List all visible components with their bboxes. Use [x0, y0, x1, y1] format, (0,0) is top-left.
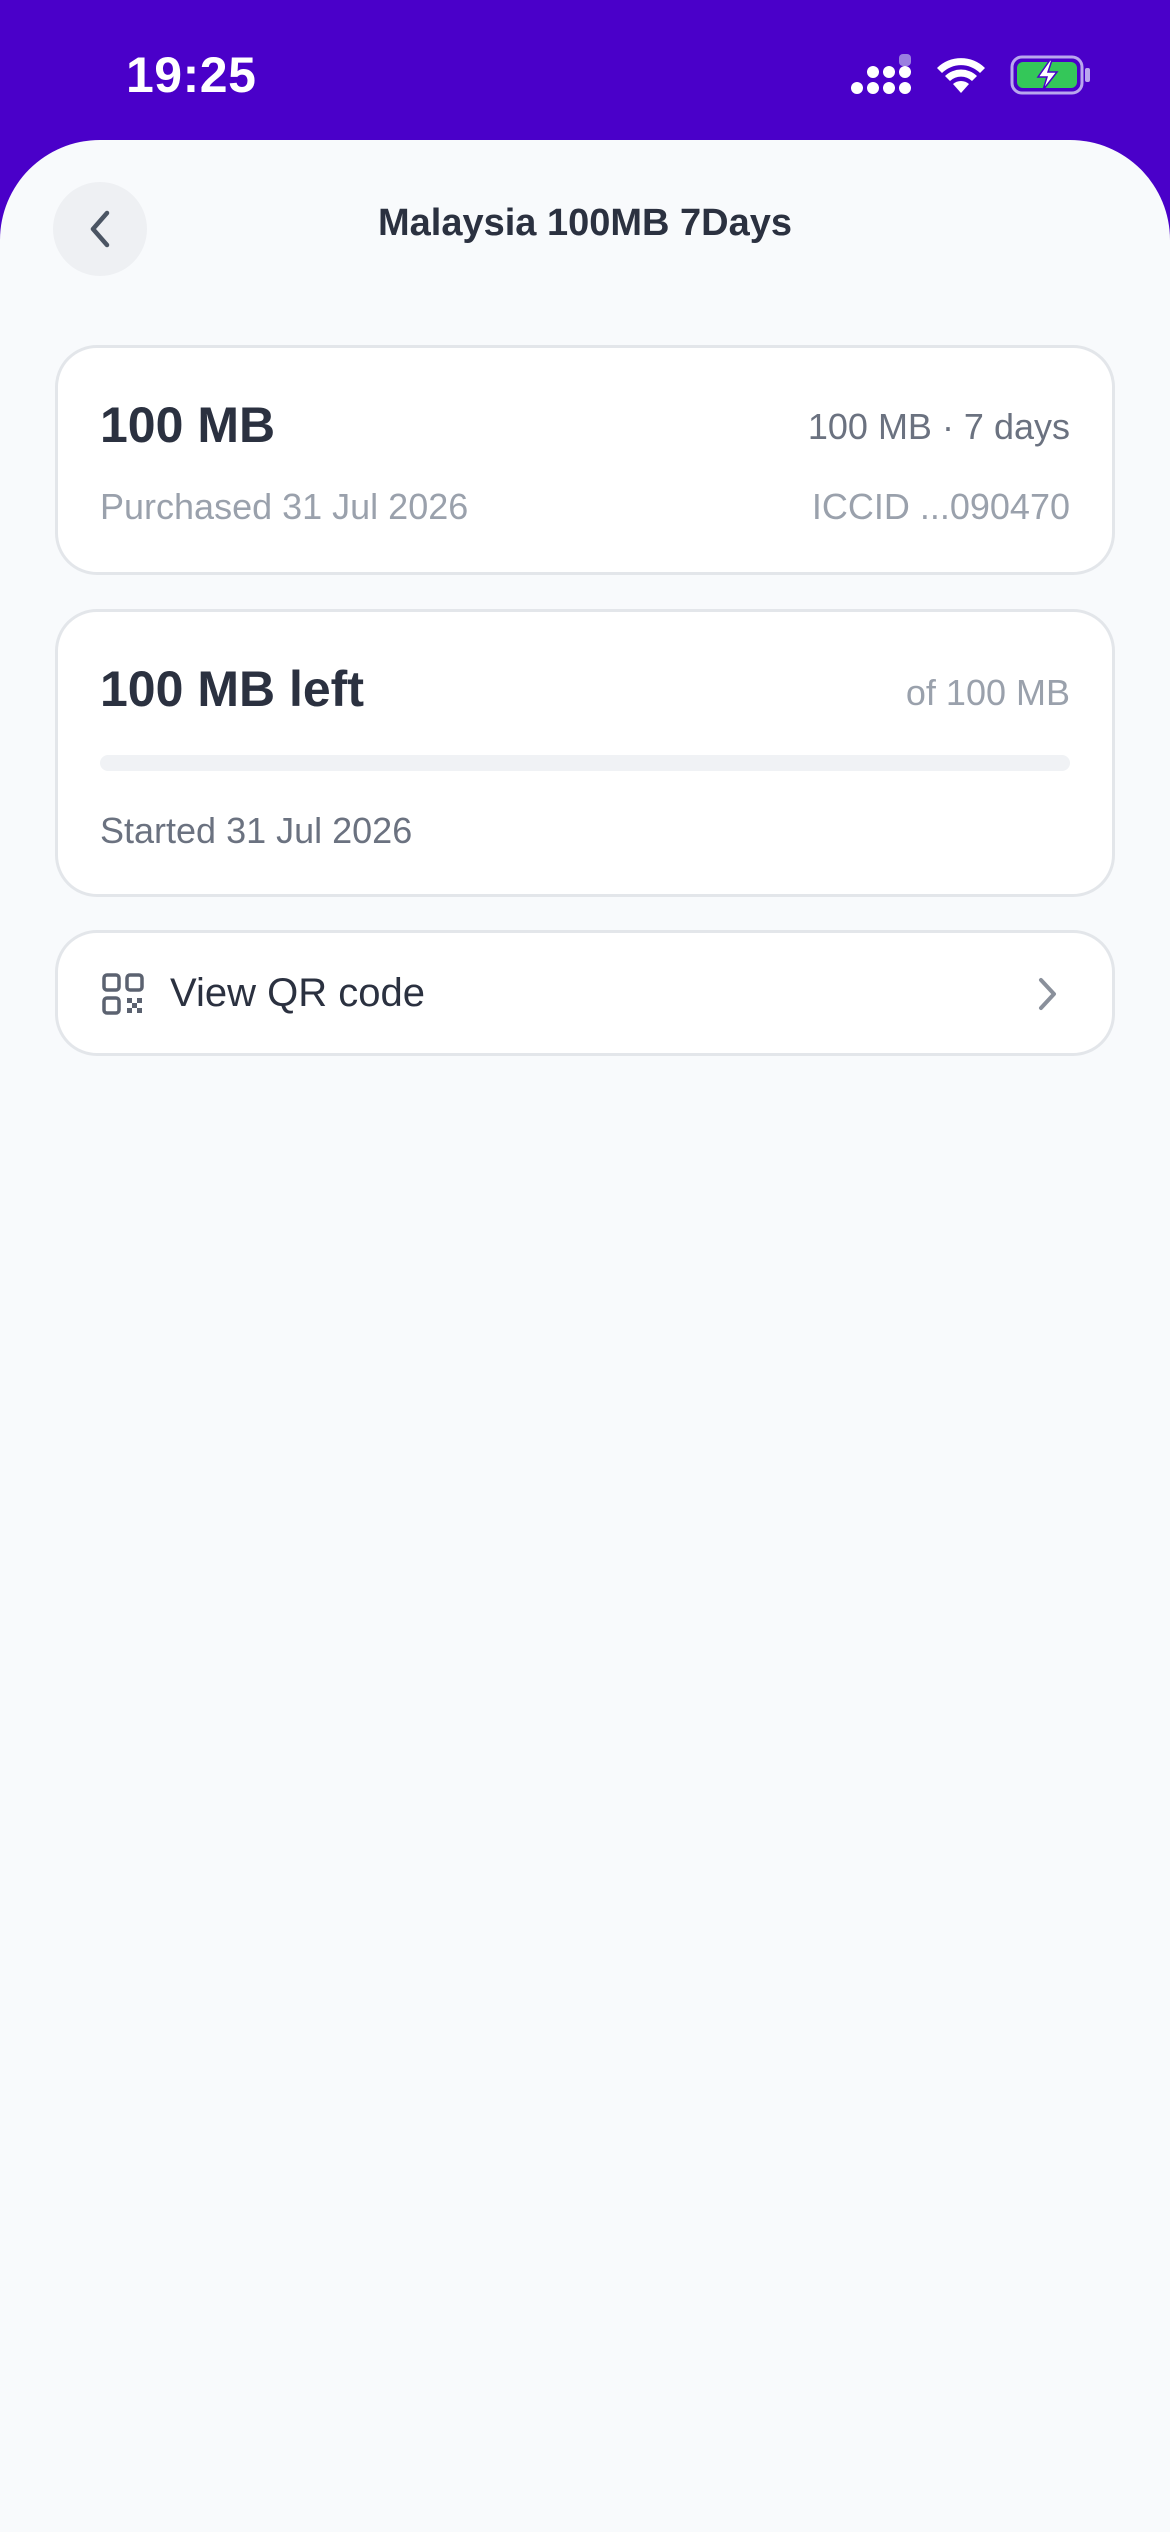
- plan-meta: 100 MB · 7 days: [807, 406, 1070, 447]
- iccid-value: ICCID ...090470: [811, 486, 1070, 527]
- data-total: of 100 MB: [905, 672, 1070, 713]
- usage-progress-bar: [100, 755, 1070, 771]
- content-sheet: Malaysia 100MB 7Days 100 MB 100 MB · 7 d…: [0, 140, 1170, 2532]
- purchase-date: Purchased 31 Jul 2026: [100, 486, 469, 527]
- status-time: 19:25: [126, 47, 257, 103]
- status-icons: [850, 54, 1092, 96]
- usage-card: 100 MB left of 100 MB Started 31 Jul 202…: [55, 609, 1115, 897]
- cellular-signal-icon: [851, 54, 911, 94]
- chevron-right-icon: [1039, 978, 1056, 1010]
- wifi-icon: [937, 58, 985, 93]
- status-bar: 19:25: [0, 0, 1170, 150]
- page-title: Malaysia 100MB 7Days: [377, 202, 793, 244]
- view-qr-code-label: View QR code: [170, 971, 425, 1015]
- battery-charging-icon: [1010, 55, 1090, 95]
- plan-card: 100 MB 100 MB · 7 days Purchased 31 Jul …: [55, 345, 1115, 575]
- start-date: Started 31 Jul 2026: [100, 810, 413, 851]
- qr-code-icon: [102, 973, 144, 1015]
- plan-name: 100 MB: [100, 397, 276, 453]
- view-qr-code-button[interactable]: View QR code: [55, 930, 1115, 1056]
- data-remaining: 100 MB left: [100, 661, 364, 717]
- header: Malaysia 100MB 7Days: [0, 140, 1170, 310]
